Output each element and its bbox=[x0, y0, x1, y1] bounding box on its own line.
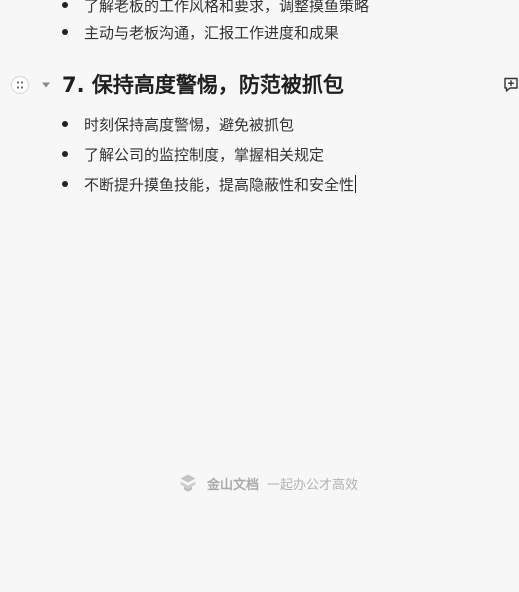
footer-brand: 金山文档 bbox=[207, 477, 260, 493]
bullet-dot bbox=[62, 29, 68, 35]
list-item-text[interactable]: 了解老板的工作风格和要求，调整摸鱼策略 bbox=[84, 0, 369, 16]
list-item-text[interactable]: 了解公司的监控制度，掌握相关规定 bbox=[84, 144, 324, 165]
list-item-text[interactable]: 不断提升摸鱼技能，提高隐蔽性和安全性 bbox=[84, 174, 354, 195]
list-item[interactable]: 不断提升摸鱼技能，提高隐蔽性和安全性 bbox=[62, 173, 357, 195]
document-page: 了解老板的工作风格和要求，调整摸鱼策略 主动与老板沟通，汇报工作进度和成果 7.… bbox=[0, 0, 519, 592]
bullet-dot bbox=[62, 2, 68, 8]
list-item[interactable]: 了解老板的工作风格和要求，调整摸鱼策略 bbox=[62, 0, 369, 16]
list-item[interactable]: 主动与老板沟通，汇报工作进度和成果 bbox=[62, 21, 339, 43]
footer-branding: 金山文档 一起办公才高效 bbox=[178, 472, 358, 494]
text-cursor bbox=[355, 175, 357, 193]
drag-handle-icon[interactable] bbox=[11, 76, 29, 94]
kingsoft-docs-logo-icon bbox=[180, 474, 196, 492]
bullet-dot bbox=[62, 181, 68, 187]
collapse-triangle-icon[interactable] bbox=[40, 78, 52, 92]
section-heading[interactable]: 7. 保持高度警惕，防范被抓包 bbox=[62, 70, 344, 100]
list-item-text[interactable]: 主动与老板沟通，汇报工作进度和成果 bbox=[84, 22, 339, 43]
list-item-text[interactable]: 时刻保持高度警惕，避免被抓包 bbox=[84, 114, 294, 135]
list-item[interactable]: 了解公司的监控制度，掌握相关规定 bbox=[62, 143, 324, 165]
add-comment-icon[interactable] bbox=[503, 76, 519, 94]
bullet-dot bbox=[62, 121, 68, 127]
bullet-dot bbox=[62, 151, 68, 157]
list-item[interactable]: 时刻保持高度警惕，避免被抓包 bbox=[62, 113, 294, 135]
footer-slogan: 一起办公才高效 bbox=[267, 477, 359, 493]
